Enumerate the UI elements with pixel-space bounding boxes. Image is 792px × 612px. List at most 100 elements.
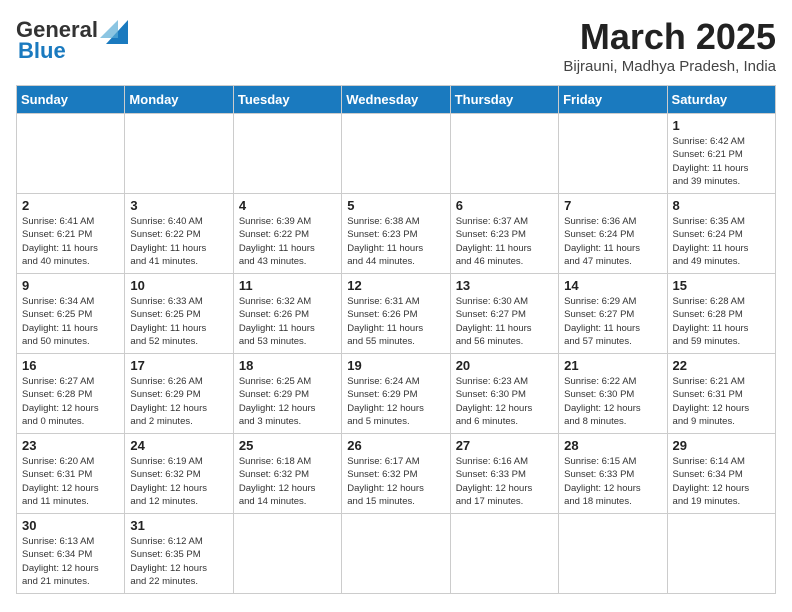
calendar-cell: 8Sunrise: 6:35 AM Sunset: 6:24 PM Daylig… <box>667 194 775 274</box>
calendar-cell: 17 Sunrise: 6:26 AM Sunset: 6:29 PM Dayli… <box>125 354 233 434</box>
calendar-cell: 11Sunrise: 6:32 AM Sunset: 6:26 PM Dayli… <box>233 274 341 354</box>
calendar-cell <box>559 514 667 594</box>
day-info: Sunrise: 6:41 AM Sunset: 6:21 PM Dayligh… <box>22 215 119 268</box>
calendar-cell: 13 Sunrise: 6:30 AM Sunset: 6:27 PM Dayli… <box>450 274 558 354</box>
weekday-header-friday: Friday <box>559 86 667 114</box>
day-number: 15 <box>673 278 770 293</box>
day-number: 12 <box>347 278 444 293</box>
day-info: Sunrise: 6:26 AM Sunset: 6:29 PM Dayligh… <box>130 375 227 428</box>
day-number: 29 <box>673 438 770 453</box>
weekday-header-sunday: Sunday <box>17 86 125 114</box>
calendar-cell: 4 Sunrise: 6:39 AM Sunset: 6:22 PM Daylig… <box>233 194 341 274</box>
day-info: Sunrise: 6:20 AM Sunset: 6:31 PM Dayligh… <box>22 455 119 508</box>
calendar-title: March 2025 <box>563 16 776 58</box>
day-info: Sunrise: 6:34 AM Sunset: 6:25 PM Dayligh… <box>22 295 119 348</box>
weekday-header-saturday: Saturday <box>667 86 775 114</box>
calendar-cell: 16Sunrise: 6:27 AM Sunset: 6:28 PM Dayli… <box>17 354 125 434</box>
day-number: 24 <box>130 438 227 453</box>
day-number: 20 <box>456 358 553 373</box>
day-info: Sunrise: 6:16 AM Sunset: 6:33 PM Dayligh… <box>456 455 553 508</box>
calendar-cell: 21 Sunrise: 6:22 AM Sunset: 6:30 PM Dayli… <box>559 354 667 434</box>
weekday-header-row: SundayMondayTuesdayWednesdayThursdayFrid… <box>17 86 776 114</box>
day-number: 10 <box>130 278 227 293</box>
day-number: 4 <box>239 198 336 213</box>
calendar-week-row: 30 Sunrise: 6:13 AM Sunset: 6:34 PM Dayli… <box>17 514 776 594</box>
calendar-cell: 2 Sunrise: 6:41 AM Sunset: 6:21 PM Daylig… <box>17 194 125 274</box>
day-number: 28 <box>564 438 661 453</box>
day-number: 8 <box>673 198 770 213</box>
day-number: 23 <box>22 438 119 453</box>
day-info: Sunrise: 6:19 AM Sunset: 6:32 PM Dayligh… <box>130 455 227 508</box>
day-number: 22 <box>673 358 770 373</box>
day-number: 26 <box>347 438 444 453</box>
day-info: Sunrise: 6:17 AM Sunset: 6:32 PM Dayligh… <box>347 455 444 508</box>
day-info: Sunrise: 6:14 AM Sunset: 6:34 PM Dayligh… <box>673 455 770 508</box>
day-number: 1 <box>673 118 770 133</box>
calendar-cell: 15Sunrise: 6:28 AM Sunset: 6:28 PM Dayli… <box>667 274 775 354</box>
calendar-cell: 7 Sunrise: 6:36 AM Sunset: 6:24 PM Daylig… <box>559 194 667 274</box>
calendar-cell: 24 Sunrise: 6:19 AM Sunset: 6:32 PM Dayli… <box>125 434 233 514</box>
calendar-week-row: 16Sunrise: 6:27 AM Sunset: 6:28 PM Dayli… <box>17 354 776 434</box>
calendar-cell <box>17 114 125 194</box>
day-info: Sunrise: 6:36 AM Sunset: 6:24 PM Dayligh… <box>564 215 661 268</box>
day-info: Sunrise: 6:22 AM Sunset: 6:30 PM Dayligh… <box>564 375 661 428</box>
calendar-cell <box>342 114 450 194</box>
calendar-cell: 9Sunrise: 6:34 AM Sunset: 6:25 PM Daylig… <box>17 274 125 354</box>
day-number: 19 <box>347 358 444 373</box>
calendar-cell <box>667 514 775 594</box>
day-number: 30 <box>22 518 119 533</box>
calendar-cell: 3Sunrise: 6:40 AM Sunset: 6:22 PM Daylig… <box>125 194 233 274</box>
calendar-cell <box>125 114 233 194</box>
calendar-week-row: 23 Sunrise: 6:20 AM Sunset: 6:31 PM Dayli… <box>17 434 776 514</box>
day-number: 31 <box>130 518 227 533</box>
calendar-week-row: 9Sunrise: 6:34 AM Sunset: 6:25 PM Daylig… <box>17 274 776 354</box>
weekday-header-thursday: Thursday <box>450 86 558 114</box>
calendar-cell <box>450 514 558 594</box>
calendar-subtitle: Bijrauni, Madhya Pradesh, India <box>563 58 776 75</box>
calendar-cell: 23 Sunrise: 6:20 AM Sunset: 6:31 PM Dayli… <box>17 434 125 514</box>
day-info: Sunrise: 6:24 AM Sunset: 6:29 PM Dayligh… <box>347 375 444 428</box>
day-number: 17 <box>130 358 227 373</box>
day-number: 5 <box>347 198 444 213</box>
day-info: Sunrise: 6:13 AM Sunset: 6:34 PM Dayligh… <box>22 535 119 588</box>
day-number: 27 <box>456 438 553 453</box>
day-number: 25 <box>239 438 336 453</box>
logo-icon <box>100 16 130 44</box>
calendar-table: SundayMondayTuesdayWednesdayThursdayFrid… <box>16 85 776 594</box>
day-info: Sunrise: 6:42 AM Sunset: 6:21 PM Dayligh… <box>673 135 770 188</box>
calendar-week-row: 2 Sunrise: 6:41 AM Sunset: 6:21 PM Daylig… <box>17 194 776 274</box>
day-info: Sunrise: 6:12 AM Sunset: 6:35 PM Dayligh… <box>130 535 227 588</box>
calendar-cell <box>450 114 558 194</box>
day-info: Sunrise: 6:30 AM Sunset: 6:27 PM Dayligh… <box>456 295 553 348</box>
title-section: March 2025 Bijrauni, Madhya Pradesh, Ind… <box>563 16 776 75</box>
day-info: Sunrise: 6:40 AM Sunset: 6:22 PM Dayligh… <box>130 215 227 268</box>
calendar-cell: 22 Sunrise: 6:21 AM Sunset: 6:31 PM Dayli… <box>667 354 775 434</box>
day-number: 14 <box>564 278 661 293</box>
weekday-header-tuesday: Tuesday <box>233 86 341 114</box>
logo-blue-text: Blue <box>18 38 66 64</box>
calendar-cell: 30 Sunrise: 6:13 AM Sunset: 6:34 PM Dayli… <box>17 514 125 594</box>
calendar-cell: 29 Sunrise: 6:14 AM Sunset: 6:34 PM Dayli… <box>667 434 775 514</box>
day-number: 18 <box>239 358 336 373</box>
page-header: General Blue March 2025 Bijrauni, Madhya… <box>16 16 776 75</box>
day-info: Sunrise: 6:38 AM Sunset: 6:23 PM Dayligh… <box>347 215 444 268</box>
day-number: 6 <box>456 198 553 213</box>
day-info: Sunrise: 6:23 AM Sunset: 6:30 PM Dayligh… <box>456 375 553 428</box>
calendar-cell: 1 Sunrise: 6:42 AM Sunset: 6:21 PM Daylig… <box>667 114 775 194</box>
day-number: 7 <box>564 198 661 213</box>
calendar-cell: 10 Sunrise: 6:33 AM Sunset: 6:25 PM Dayli… <box>125 274 233 354</box>
day-number: 2 <box>22 198 119 213</box>
calendar-cell: 14Sunrise: 6:29 AM Sunset: 6:27 PM Dayli… <box>559 274 667 354</box>
day-info: Sunrise: 6:33 AM Sunset: 6:25 PM Dayligh… <box>130 295 227 348</box>
day-info: Sunrise: 6:21 AM Sunset: 6:31 PM Dayligh… <box>673 375 770 428</box>
calendar-cell <box>233 114 341 194</box>
weekday-header-wednesday: Wednesday <box>342 86 450 114</box>
logo: General Blue <box>16 16 130 64</box>
day-number: 21 <box>564 358 661 373</box>
day-info: Sunrise: 6:39 AM Sunset: 6:22 PM Dayligh… <box>239 215 336 268</box>
calendar-cell: 26 Sunrise: 6:17 AM Sunset: 6:32 PM Dayli… <box>342 434 450 514</box>
calendar-cell <box>559 114 667 194</box>
day-info: Sunrise: 6:25 AM Sunset: 6:29 PM Dayligh… <box>239 375 336 428</box>
day-number: 13 <box>456 278 553 293</box>
calendar-cell: 28Sunrise: 6:15 AM Sunset: 6:33 PM Dayli… <box>559 434 667 514</box>
